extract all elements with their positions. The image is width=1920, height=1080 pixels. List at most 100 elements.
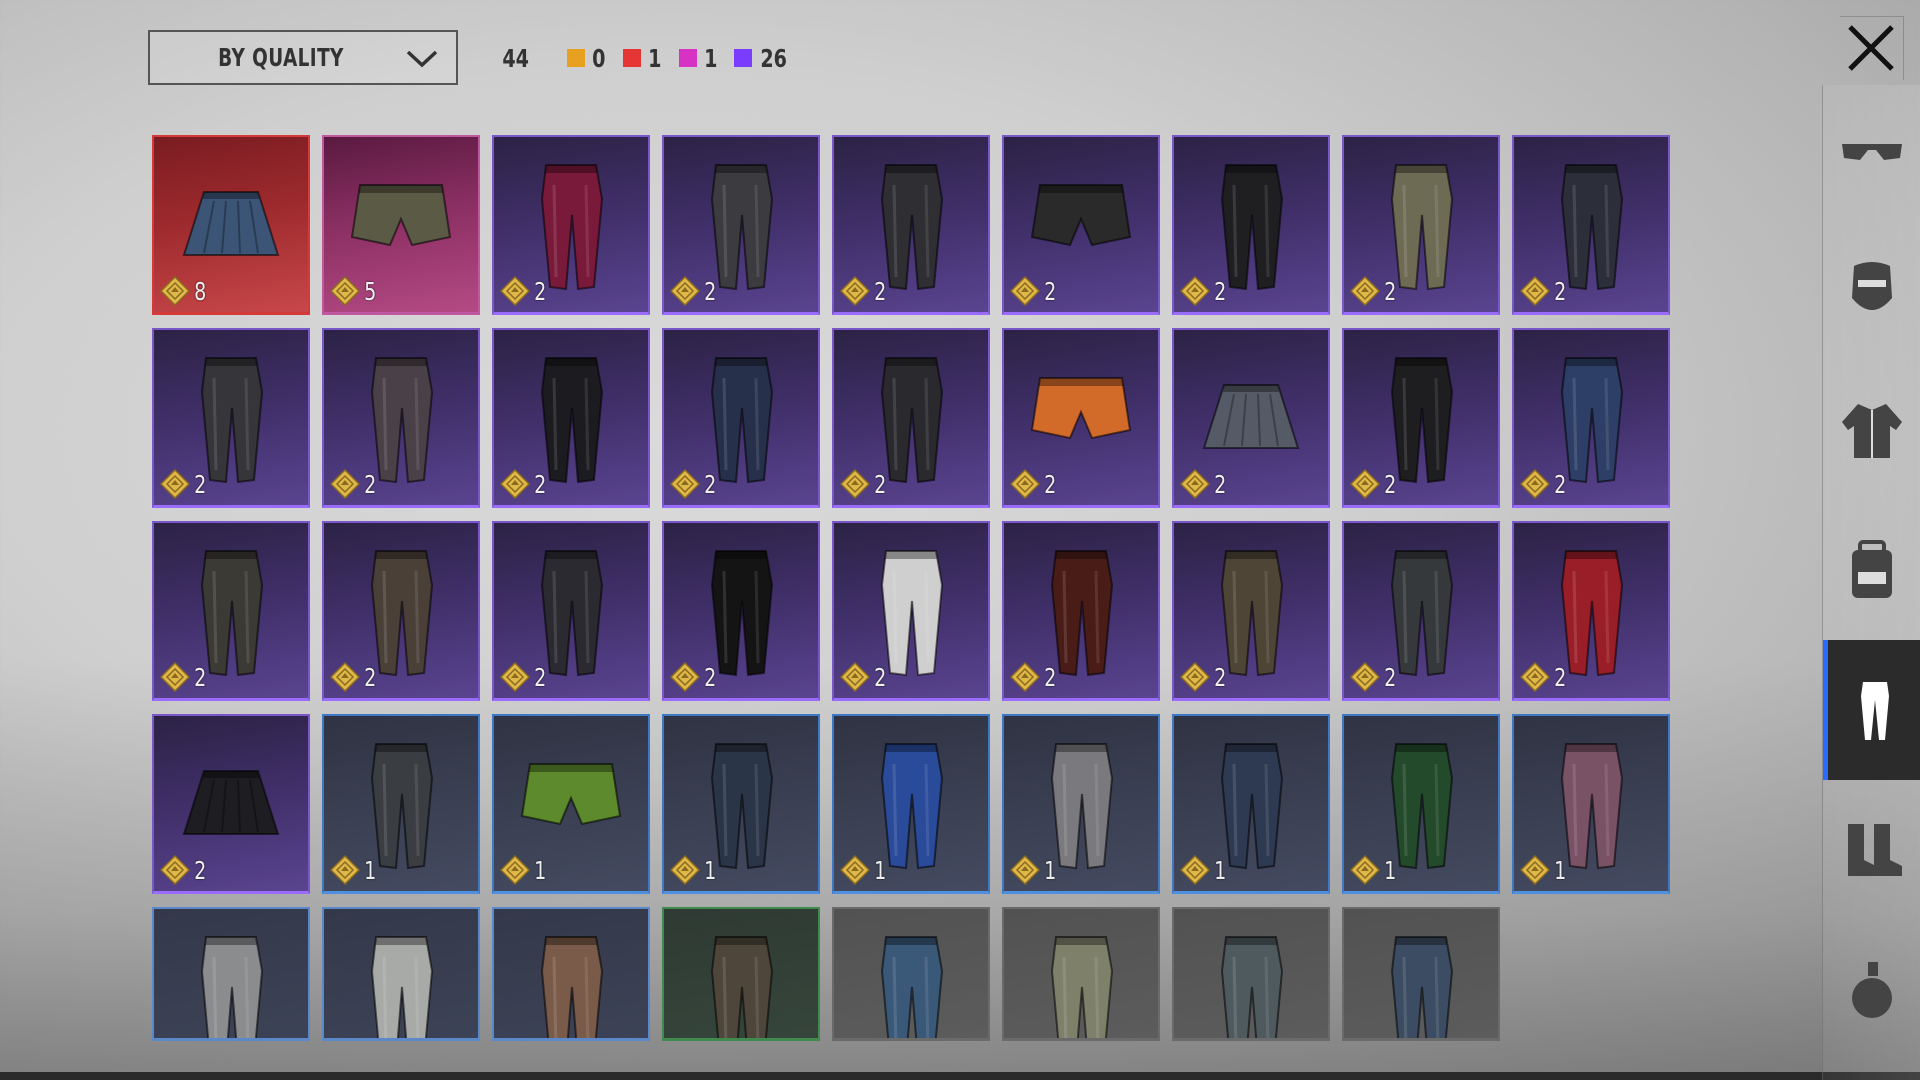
item-count-badge: 2 [500, 276, 547, 306]
inventory-item[interactable]: 2 [1002, 135, 1160, 315]
sidebar-item-backpack[interactable] [1823, 500, 1920, 640]
inventory-item[interactable]: 2 [1342, 328, 1500, 508]
sidebar-item-grenade[interactable] [1823, 920, 1920, 1060]
inventory-item[interactable]: 2 [322, 328, 480, 508]
item-count: 2 [1554, 276, 1567, 306]
chevron-down-icon [406, 50, 438, 67]
inventory-item[interactable]: 2 [152, 328, 310, 508]
inventory-item[interactable]: 2 [1172, 135, 1330, 315]
item-count: 2 [704, 662, 717, 692]
sidebar-item-jacket[interactable] [1823, 360, 1920, 500]
inventory-item[interactable]: 2 [1512, 135, 1670, 315]
sidebar-item-boots[interactable] [1823, 780, 1920, 920]
epic-pink-count: 1 [703, 43, 718, 73]
pants-art [880, 936, 944, 1038]
item-count: 2 [1554, 469, 1567, 499]
bottom-strip [0, 1072, 1920, 1080]
item-count-badge: 1 [500, 855, 547, 885]
coin-icon [160, 469, 190, 499]
item-count: 1 [1214, 855, 1227, 885]
coin-icon [1010, 469, 1040, 499]
inventory-item[interactable]: 2 [152, 714, 310, 894]
coin-icon [1350, 276, 1380, 306]
item-count: 2 [534, 469, 547, 499]
item-count-badge: 2 [160, 855, 207, 885]
item-count: 1 [704, 855, 717, 885]
inventory-item[interactable]: 8 [152, 135, 310, 315]
inventory-item[interactable]: 2 [492, 135, 650, 315]
pants-art [200, 936, 264, 1038]
item-count: 1 [1044, 855, 1057, 885]
item-count: 2 [1384, 276, 1397, 306]
inventory-item[interactable]: 2 [1342, 135, 1500, 315]
quality-stats: 44 0 1 1 26 [500, 40, 806, 76]
inventory-item[interactable]: 1 [662, 714, 820, 894]
inventory-item[interactable]: 1 [1512, 714, 1670, 894]
item-count-badge: 1 [330, 855, 377, 885]
inventory-item[interactable]: 2 [1172, 521, 1330, 701]
inventory-item[interactable]: 2 [662, 328, 820, 508]
inventory-item[interactable]: 5 [322, 135, 480, 315]
inventory-item[interactable]: 2 [1512, 328, 1670, 508]
coin-icon [160, 662, 190, 692]
coin-icon [670, 855, 700, 885]
inventory-item[interactable]: 2 [1342, 521, 1500, 701]
item-count-badge: 1 [670, 855, 717, 885]
inventory-item[interactable]: 2 [1172, 328, 1330, 508]
coin-icon [500, 469, 530, 499]
inventory-item[interactable]: 1 [1342, 714, 1500, 894]
stat-epic-red: 1 [622, 44, 663, 73]
inventory-item[interactable] [322, 907, 480, 1041]
pants-art [370, 936, 434, 1038]
coin-icon [1180, 276, 1210, 306]
inventory-item[interactable]: 2 [1002, 328, 1160, 508]
inventory-item[interactable] [1002, 907, 1160, 1041]
inventory-item[interactable]: 2 [832, 328, 990, 508]
coin-icon [160, 276, 190, 306]
inventory-item[interactable]: 2 [662, 521, 820, 701]
item-count: 2 [194, 469, 207, 499]
coin-icon [1010, 855, 1040, 885]
inventory-item[interactable] [662, 907, 820, 1041]
inventory-item[interactable]: 1 [832, 714, 990, 894]
coin-icon [1010, 662, 1040, 692]
item-count: 2 [194, 662, 207, 692]
coin-icon [670, 662, 700, 692]
inventory-item[interactable]: 2 [1512, 521, 1670, 701]
item-count: 2 [704, 276, 717, 306]
inventory-item[interactable]: 2 [1002, 521, 1160, 701]
sort-dropdown[interactable]: BY QUALITY [148, 30, 458, 85]
inventory-item[interactable] [1342, 907, 1500, 1041]
item-count-badge: 1 [1010, 855, 1057, 885]
pants-art [1050, 936, 1114, 1038]
item-count: 2 [1044, 276, 1057, 306]
item-count-badge: 2 [500, 662, 547, 692]
inventory-item[interactable] [492, 907, 650, 1041]
item-count-badge: 2 [1520, 276, 1567, 306]
inventory-item[interactable]: 2 [492, 328, 650, 508]
inventory-item[interactable]: 2 [662, 135, 820, 315]
legendary-swatch [567, 49, 586, 67]
rare-purple-swatch [734, 49, 753, 67]
inventory-item[interactable] [1172, 907, 1330, 1041]
inventory-item[interactable]: 1 [492, 714, 650, 894]
close-button[interactable] [1840, 16, 1904, 80]
sidebar-item-glasses[interactable] [1823, 80, 1920, 220]
inventory-item[interactable]: 2 [832, 135, 990, 315]
jacket-icon [1842, 404, 1902, 458]
inventory-item[interactable]: 2 [492, 521, 650, 701]
inventory-item[interactable]: 2 [322, 521, 480, 701]
inventory-item[interactable]: 1 [1002, 714, 1160, 894]
inventory-item[interactable]: 1 [1172, 714, 1330, 894]
item-count: 1 [1384, 855, 1397, 885]
sidebar-item-mask[interactable] [1823, 220, 1920, 360]
coin-icon [1350, 469, 1380, 499]
item-count-badge: 2 [160, 469, 207, 499]
inventory-item[interactable] [832, 907, 990, 1041]
inventory-item[interactable]: 1 [322, 714, 480, 894]
inventory-item[interactable]: 2 [832, 521, 990, 701]
inventory-item[interactable]: 2 [152, 521, 310, 701]
inventory-item[interactable] [152, 907, 310, 1041]
sidebar-item-pants[interactable] [1823, 640, 1920, 780]
item-count-badge: 2 [330, 662, 377, 692]
